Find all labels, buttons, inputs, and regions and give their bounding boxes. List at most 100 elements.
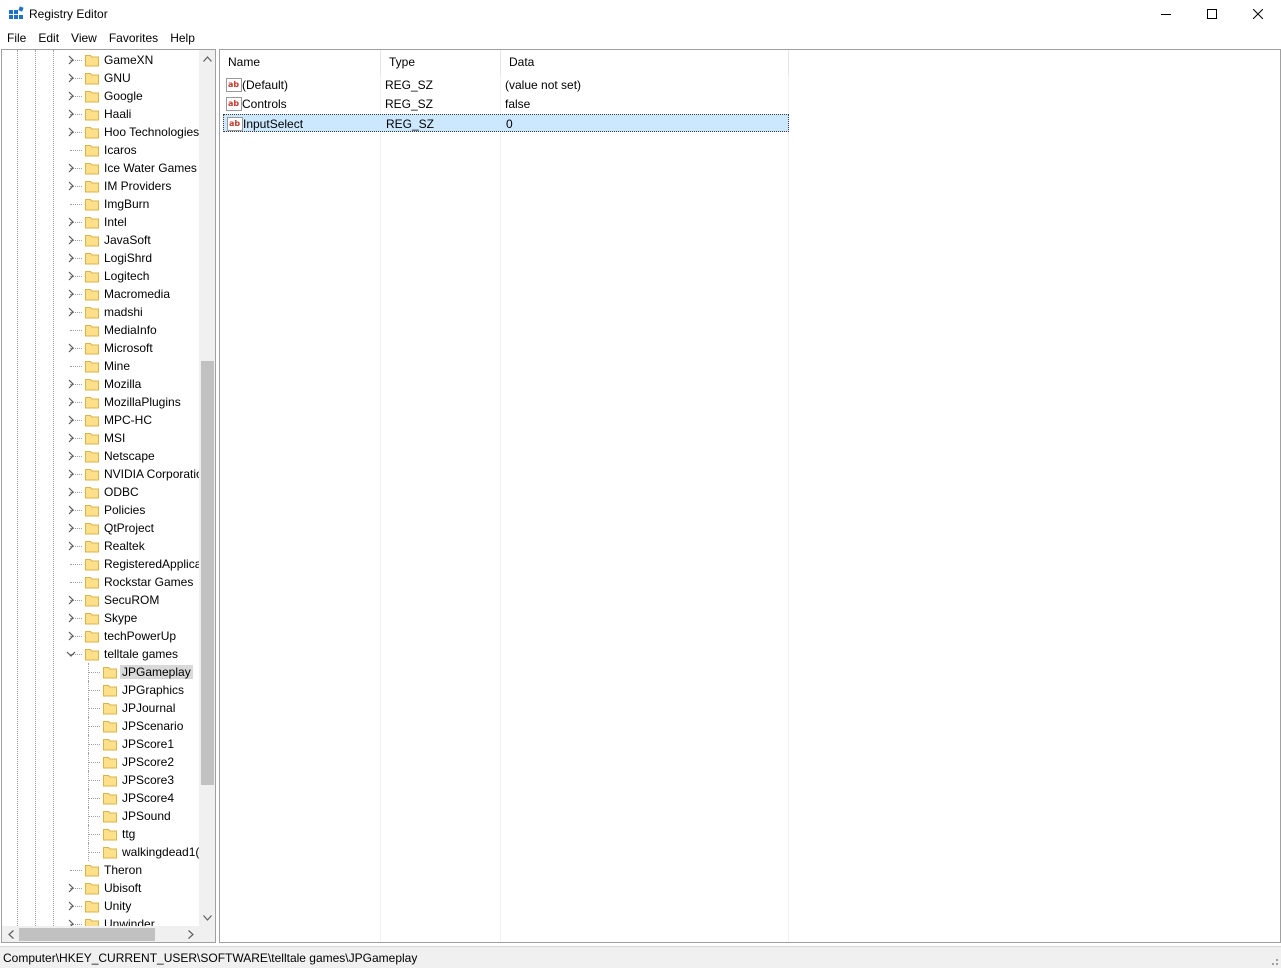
tree-item[interactable]: Skype [2,609,199,627]
chevron-right-icon[interactable] [66,882,76,894]
menu-help[interactable]: Help [164,28,201,49]
value-row[interactable]: ab (Default) REG_SZ (value not set) [223,76,789,94]
tree-item[interactable]: JPSound [2,807,199,825]
tree-item[interactable]: telltale games [2,645,199,663]
chevron-right-icon[interactable] [66,450,76,462]
chevron-right-icon[interactable] [66,270,76,282]
chevron-right-icon[interactable] [66,468,76,480]
chevron-right-icon[interactable] [66,432,76,444]
tree-item[interactable]: walkingdead1( [2,843,199,861]
value-row[interactable]: ab Controls REG_SZ false [223,95,789,113]
tree-item[interactable]: JavaSoft [2,231,199,249]
close-button[interactable] [1235,0,1281,28]
tree-item[interactable]: JPScore4 [2,789,199,807]
chevron-right-icon[interactable] [66,54,76,66]
tree-item[interactable]: JPScore2 [2,753,199,771]
chevron-right-icon[interactable] [66,396,76,408]
tree-item[interactable]: Google [2,87,199,105]
tree-item[interactable]: GameXN [2,51,199,69]
tree-vertical-scroll-thumb[interactable] [201,361,214,785]
scroll-left-button[interactable] [2,926,19,942]
tree-item[interactable]: MediaInfo [2,321,199,339]
chevron-right-icon[interactable] [66,630,76,642]
chevron-right-icon[interactable] [66,90,76,102]
chevron-right-icon[interactable] [66,900,76,912]
tree-item[interactable]: Ubisoft [2,879,199,897]
tree-item[interactable]: JPGraphics [2,681,199,699]
tree-item[interactable]: ODBC [2,483,199,501]
tree-item[interactable]: JPScenario [2,717,199,735]
tree-item[interactable]: ImgBurn [2,195,199,213]
tree-item[interactable]: JPJournal [2,699,199,717]
tree-item[interactable]: Intel [2,213,199,231]
column-header-type[interactable]: Type [381,50,501,75]
tree-item[interactable]: MPC-HC [2,411,199,429]
resize-grip-icon[interactable] [1267,954,1279,966]
chevron-right-icon[interactable] [66,252,76,264]
column-header-data[interactable]: Data [501,50,789,75]
chevron-right-icon[interactable] [66,162,76,174]
tree-item[interactable]: techPowerUp [2,627,199,645]
key-tree-pane[interactable]: GameXN GNU Google Haali Hoo Technologies Icar… [1,49,216,943]
tree-item[interactable]: Logitech [2,267,199,285]
tree-item[interactable]: MSI [2,429,199,447]
scroll-down-button[interactable] [199,909,215,926]
tree-item[interactable]: ttg [2,825,199,843]
chevron-right-icon[interactable] [66,126,76,138]
chevron-right-icon[interactable] [66,288,76,300]
tree-item[interactable]: LogiShrd [2,249,199,267]
tree-item[interactable]: SecuROM [2,591,199,609]
tree-item[interactable]: Policies [2,501,199,519]
chevron-right-icon[interactable] [66,306,76,318]
tree-item[interactable]: Microsoft [2,339,199,357]
tree-horizontal-scrollbar[interactable] [2,926,199,942]
tree-item[interactable]: Mine [2,357,199,375]
menu-file[interactable]: File [0,28,32,49]
tree-horizontal-scroll-thumb[interactable] [19,928,155,941]
tree-item[interactable]: Hoo Technologies [2,123,199,141]
tree-item[interactable]: JPScore1 [2,735,199,753]
tree-item[interactable]: JPGameplay [2,663,199,681]
tree-item[interactable]: Macromedia [2,285,199,303]
tree-item[interactable]: Unity [2,897,199,915]
values-list-pane[interactable]: Name Type Data ab (Default) REG_SZ (value n… [219,49,1281,943]
chevron-right-icon[interactable] [66,216,76,228]
chevron-right-icon[interactable] [66,180,76,192]
chevron-right-icon[interactable] [66,342,76,354]
tree-item[interactable]: Haali [2,105,199,123]
tree-vertical-scrollbar[interactable] [199,50,215,926]
tree-item[interactable]: NVIDIA Corporatio [2,465,199,483]
column-header-name[interactable]: Name [220,50,381,75]
tree-item[interactable]: madshi [2,303,199,321]
tree-item[interactable]: JPScore3 [2,771,199,789]
tree-item[interactable]: RegisteredApplica [2,555,199,573]
chevron-right-icon[interactable] [66,72,76,84]
menu-view[interactable]: View [65,28,103,49]
chevron-down-icon[interactable] [66,648,76,660]
chevron-right-icon[interactable] [66,540,76,552]
chevron-right-icon[interactable] [66,522,76,534]
tree-item[interactable]: Ice Water Games [2,159,199,177]
chevron-right-icon[interactable] [66,504,76,516]
chevron-right-icon[interactable] [66,918,76,926]
chevron-right-icon[interactable] [66,108,76,120]
scroll-right-button[interactable] [182,926,199,942]
tree-item[interactable]: GNU [2,69,199,87]
tree-item[interactable]: MozillaPlugins [2,393,199,411]
maximize-button[interactable] [1189,0,1235,28]
tree-item[interactable]: QtProject [2,519,199,537]
tree-item[interactable]: Netscape [2,447,199,465]
tree-item[interactable]: Realtek [2,537,199,555]
tree-item[interactable]: Mozilla [2,375,199,393]
tree-item[interactable]: Icaros [2,141,199,159]
chevron-right-icon[interactable] [66,486,76,498]
tree-item[interactable]: IM Providers [2,177,199,195]
chevron-right-icon[interactable] [66,414,76,426]
tree-item[interactable]: Unwinder [2,915,199,926]
scroll-up-button[interactable] [199,50,215,67]
menu-edit[interactable]: Edit [32,28,65,49]
tree-item[interactable]: Theron [2,861,199,879]
chevron-right-icon[interactable] [66,378,76,390]
chevron-right-icon[interactable] [66,594,76,606]
menu-favorites[interactable]: Favorites [103,28,164,49]
